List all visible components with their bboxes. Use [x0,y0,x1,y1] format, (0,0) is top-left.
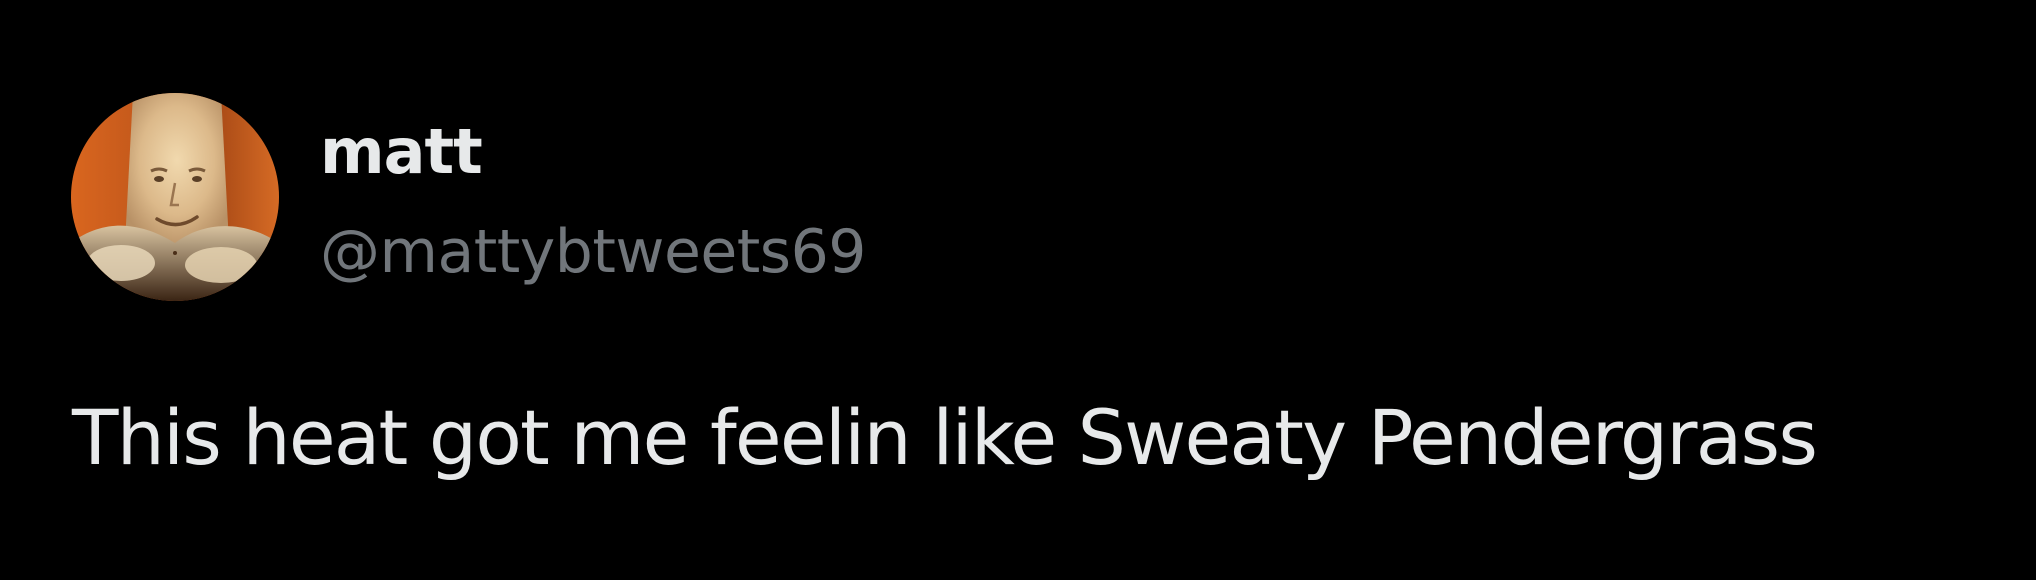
user-handle[interactable]: @mattybtweets69 [320,212,866,292]
display-name[interactable]: matt [320,108,483,196]
avatar-image [71,93,279,301]
tweet-card: matt @mattybtweets69 This heat got me fe… [0,0,2036,580]
tweet-text: This heat got me feelin like Sweaty Pend… [72,393,1818,482]
avatar[interactable] [71,93,279,301]
